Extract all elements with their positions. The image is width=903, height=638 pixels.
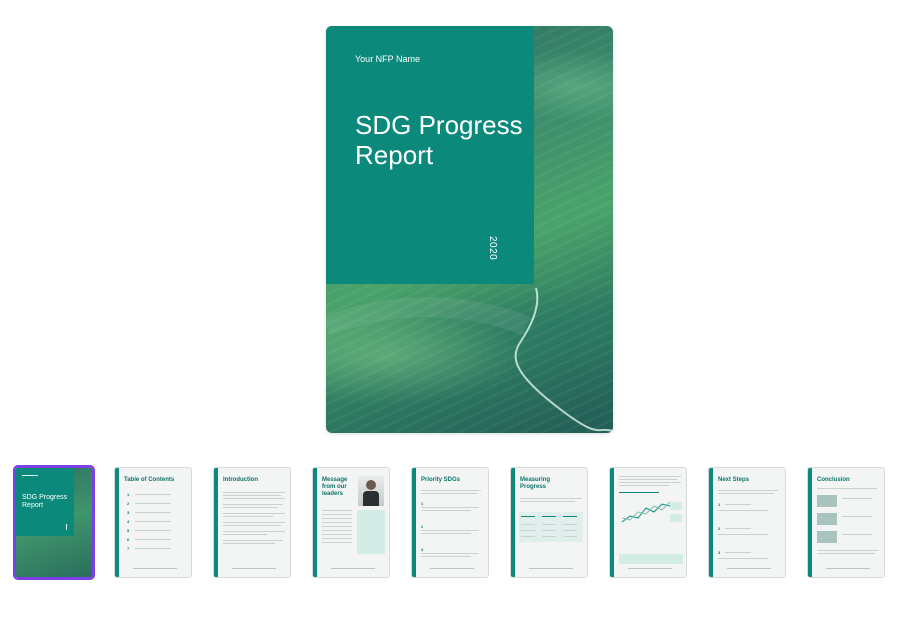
- thumb-title: Next Steps: [718, 477, 750, 483]
- page-thumb-1[interactable]: SDG Progress Report: [13, 465, 95, 580]
- page-thumb-8[interactable]: Next Steps 1 2 3: [708, 467, 786, 578]
- thumb-title: SDG Progress Report: [22, 494, 68, 509]
- thumb-title: Measuring Progress: [520, 477, 551, 490]
- thumb-title: Conclusion: [817, 477, 850, 483]
- cover-title-panel: Your NFP Name SDG Progress Report 2020: [326, 26, 534, 284]
- page-thumb-9[interactable]: Conclusion: [807, 467, 885, 578]
- thumb-title: Table of Contents: [124, 477, 175, 483]
- thumb-title: Message from our leaders: [322, 477, 348, 497]
- thumb-title: Introduction: [223, 477, 258, 483]
- page-thumb-5[interactable]: Priority SDGs 1 2 3: [411, 467, 489, 578]
- report-year: 2020: [487, 236, 498, 261]
- leader-photo: [358, 476, 384, 506]
- report-title: SDG Progress Report: [355, 110, 523, 170]
- infographic-mini-chart: [621, 501, 671, 523]
- page-thumb-4[interactable]: Message from our leaders: [312, 467, 390, 578]
- page-thumb-3[interactable]: Introduction: [213, 467, 291, 578]
- page-thumb-6[interactable]: Measuring Progress: [510, 467, 588, 578]
- cover-preview: Your NFP Name SDG Progress Report 2020: [326, 26, 613, 433]
- page-thumb-2[interactable]: Table of Contents 1 2 3 4 5 6 7: [114, 467, 192, 578]
- org-name: Your NFP Name: [355, 54, 421, 64]
- thumb-title: Priority SDGs: [421, 477, 461, 483]
- page-thumb-7[interactable]: [609, 467, 687, 578]
